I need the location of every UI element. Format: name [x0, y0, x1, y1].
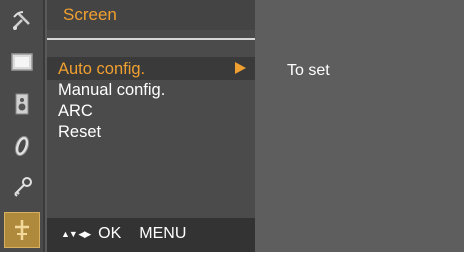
speaker-icon[interactable] [4, 86, 40, 122]
info-area: To set [255, 0, 464, 252]
tools-icon[interactable] [4, 212, 40, 248]
menu-item-manual-config[interactable]: Manual config. [58, 80, 165, 100]
info-text: To set [287, 62, 330, 79]
ok-label: OK [98, 225, 122, 242]
osd-screen: Screen Auto config. Manual config. ARC R… [0, 0, 464, 252]
satellite-icon[interactable] [4, 2, 40, 38]
menu-title: Screen [63, 5, 117, 24]
menu-footer: ▲▼ ◀▶ OK MENU [47, 218, 255, 252]
menu-item-arc[interactable]: ARC [58, 101, 93, 121]
divider [47, 38, 255, 40]
footer-nav: ▲▼ ◀▶ OK MENU [61, 225, 204, 243]
menu-panel: Screen Auto config. Manual config. ARC R… [47, 0, 255, 252]
menu-label: MENU [139, 225, 187, 242]
menu-header: Screen [47, 0, 255, 30]
screen-icon[interactable] [4, 44, 40, 80]
time-icon[interactable] [4, 128, 40, 164]
menu-item-auto-config[interactable]: Auto config. [58, 59, 145, 79]
submenu-arrow-icon [235, 62, 246, 74]
key-icon[interactable] [4, 170, 40, 206]
category-sidebar [0, 0, 45, 252]
navigation-arrows-icon: ▲▼ ◀▶ [61, 228, 91, 239]
menu-item-reset[interactable]: Reset [58, 122, 101, 142]
